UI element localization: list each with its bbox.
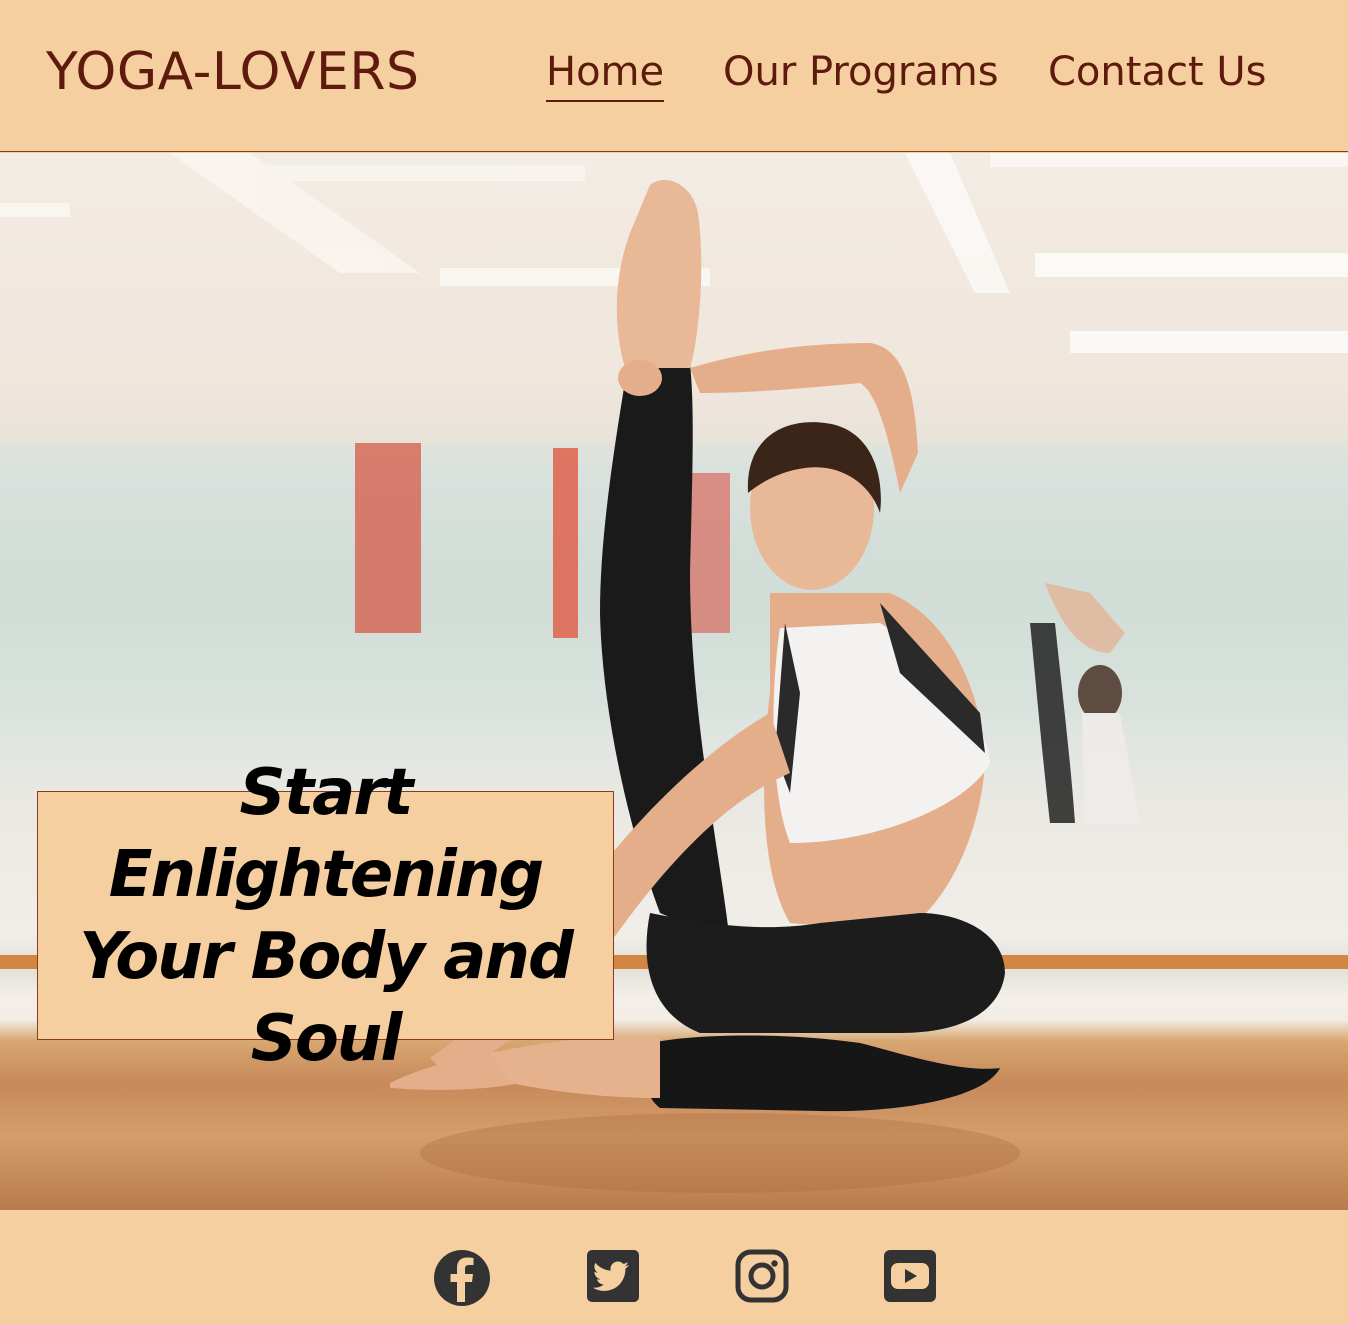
facebook-icon[interactable] bbox=[432, 1248, 492, 1308]
twitter-icon[interactable] bbox=[583, 1248, 643, 1308]
nav-programs-link[interactable]: Our Programs bbox=[723, 44, 999, 100]
hero-tagline: Start Enlightening Your Body and Soul bbox=[79, 755, 574, 1076]
site-header: YOGA-LOVERS Home Our Programs Contact Us bbox=[0, 0, 1348, 152]
nav-home-link[interactable]: Home bbox=[546, 44, 665, 102]
youtube-icon[interactable] bbox=[879, 1248, 939, 1308]
site-footer bbox=[0, 1210, 1348, 1324]
instagram-icon[interactable] bbox=[732, 1248, 792, 1308]
nav-contact-link[interactable]: Contact Us bbox=[1048, 44, 1266, 100]
tagline-box: Start Enlightening Your Body and Soul bbox=[37, 756, 614, 1076]
hero-section: Start Enlightening Your Body and Soul bbox=[0, 153, 1348, 1210]
brand-logo[interactable]: YOGA-LOVERS bbox=[46, 38, 420, 106]
